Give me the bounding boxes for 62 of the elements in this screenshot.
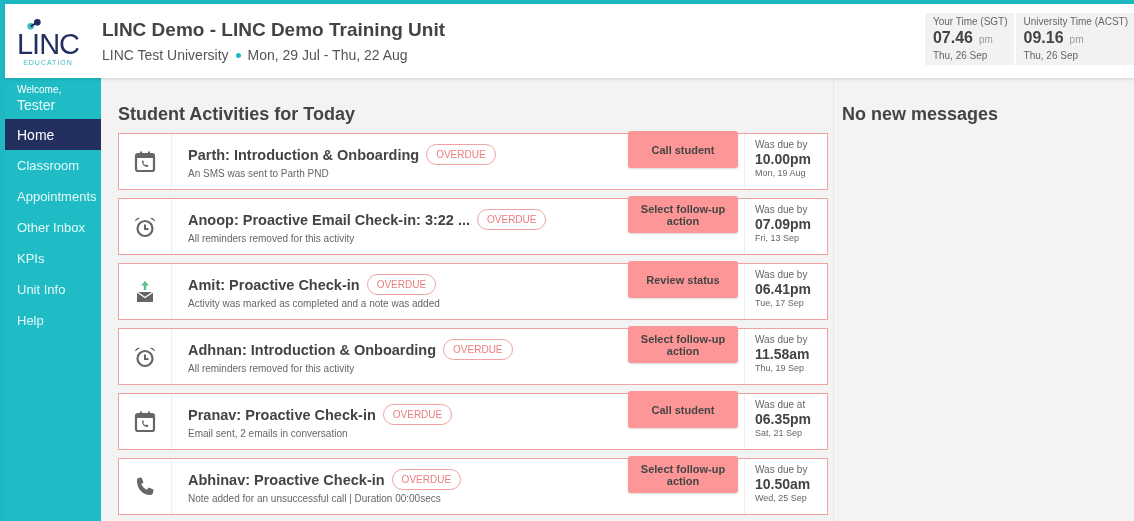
sidebar-item[interactable]: Home [5, 119, 101, 150]
clock-label: Your Time (SGT) [932, 16, 1008, 27]
activity-note: An SMS was sent to Parth PND [188, 168, 330, 179]
overdue-badge: OVERDUE [426, 144, 496, 165]
activity-note: Activity was marked as completed and a note was added [188, 298, 441, 309]
due-label: Was due by [755, 139, 809, 150]
clock-date: Thu, 26 Sep [1023, 50, 1080, 61]
calendar-phone-icon [133, 149, 157, 174]
action-button[interactable]: Select follow-up action [628, 196, 738, 233]
due-time: 10.00pm [755, 151, 813, 167]
due-date: Tue, 17 Sep [755, 298, 805, 308]
logo-wordmark: LINC [16, 28, 80, 59]
date-range: Mon, 29 Jul - Thu, 22 Aug [247, 47, 408, 63]
due-date: Wed, 25 Sep [755, 493, 808, 503]
activity-note: All reminders removed for this activity [188, 363, 356, 374]
overdue-badge: OVERDUE [477, 209, 547, 230]
due-time: 07.09pm [755, 216, 813, 232]
due-time: 06.35pm [755, 411, 813, 427]
unit-title: LINC Demo - LINC Demo Training Unit [102, 19, 447, 41]
overdue-badge: OVERDUE [366, 274, 437, 295]
institution-name: LINC Test University [102, 47, 229, 63]
activity-title: Anoop: Proactive Email Check-in: 3:22 ... [188, 211, 470, 228]
activity-title: Parth: Introduction & Onboarding [188, 146, 420, 163]
overdue-badge: OVERDUE [443, 339, 513, 360]
activity-title: Amit: Proactive Check-in [188, 276, 360, 293]
clock-period: pm [978, 34, 993, 45]
clock-period: pm [1069, 34, 1084, 45]
due-time: 11.58am [755, 346, 811, 362]
clock-time: 07.46 [932, 29, 973, 47]
due-label: Was due by [755, 464, 809, 475]
due-label: Was due by [755, 269, 809, 280]
activity-note: All reminders removed for this activity [188, 233, 356, 244]
activity-note: Note added for an unsuccessful call | Duration 00:00secs [188, 493, 442, 504]
due-label: Was due at [755, 399, 807, 410]
action-button[interactable]: Call student [628, 391, 738, 428]
activity-note: Email sent, 2 emails in conversation [188, 428, 349, 439]
action-button[interactable]: Select follow-up action [628, 326, 738, 363]
due-label: Was due by [755, 204, 809, 215]
due-date: Fri, 13 Sep [755, 233, 801, 243]
activity-title: Pranav: Proactive Check-in [188, 406, 376, 423]
clock-time: 09.16 [1023, 29, 1064, 47]
due-date: Thu, 19 Sep [755, 363, 806, 373]
action-button[interactable]: Review status [628, 261, 738, 298]
action-button[interactable]: Select follow-up action [628, 456, 738, 493]
clock-date: Thu, 26 Sep [932, 50, 989, 61]
action-button[interactable]: Call student [628, 131, 738, 168]
section-heading: Student Activities for Today [118, 104, 357, 125]
calendar-phone-icon [133, 409, 157, 434]
separator-dot [235, 52, 241, 58]
user-name: Tester [17, 97, 57, 113]
clock-label: University Time (ACST) [1023, 16, 1128, 27]
due-date: Mon, 19 Aug [755, 168, 807, 178]
due-label: Was due by [755, 334, 809, 345]
due-date: Sat, 21 Sep [755, 428, 804, 438]
welcome-text: Welcome, [17, 84, 63, 95]
activity-title: Adhnan: Introduction & Onboarding [188, 341, 437, 358]
activity-title: Abhinav: Proactive Check-in [188, 471, 385, 488]
overdue-badge: OVERDUE [391, 469, 462, 490]
due-time: 06.41pm [755, 281, 813, 297]
due-time: 10.50am [755, 476, 812, 492]
overdue-badge: OVERDUE [382, 404, 453, 425]
messages-heading: No new messages [842, 104, 1000, 125]
